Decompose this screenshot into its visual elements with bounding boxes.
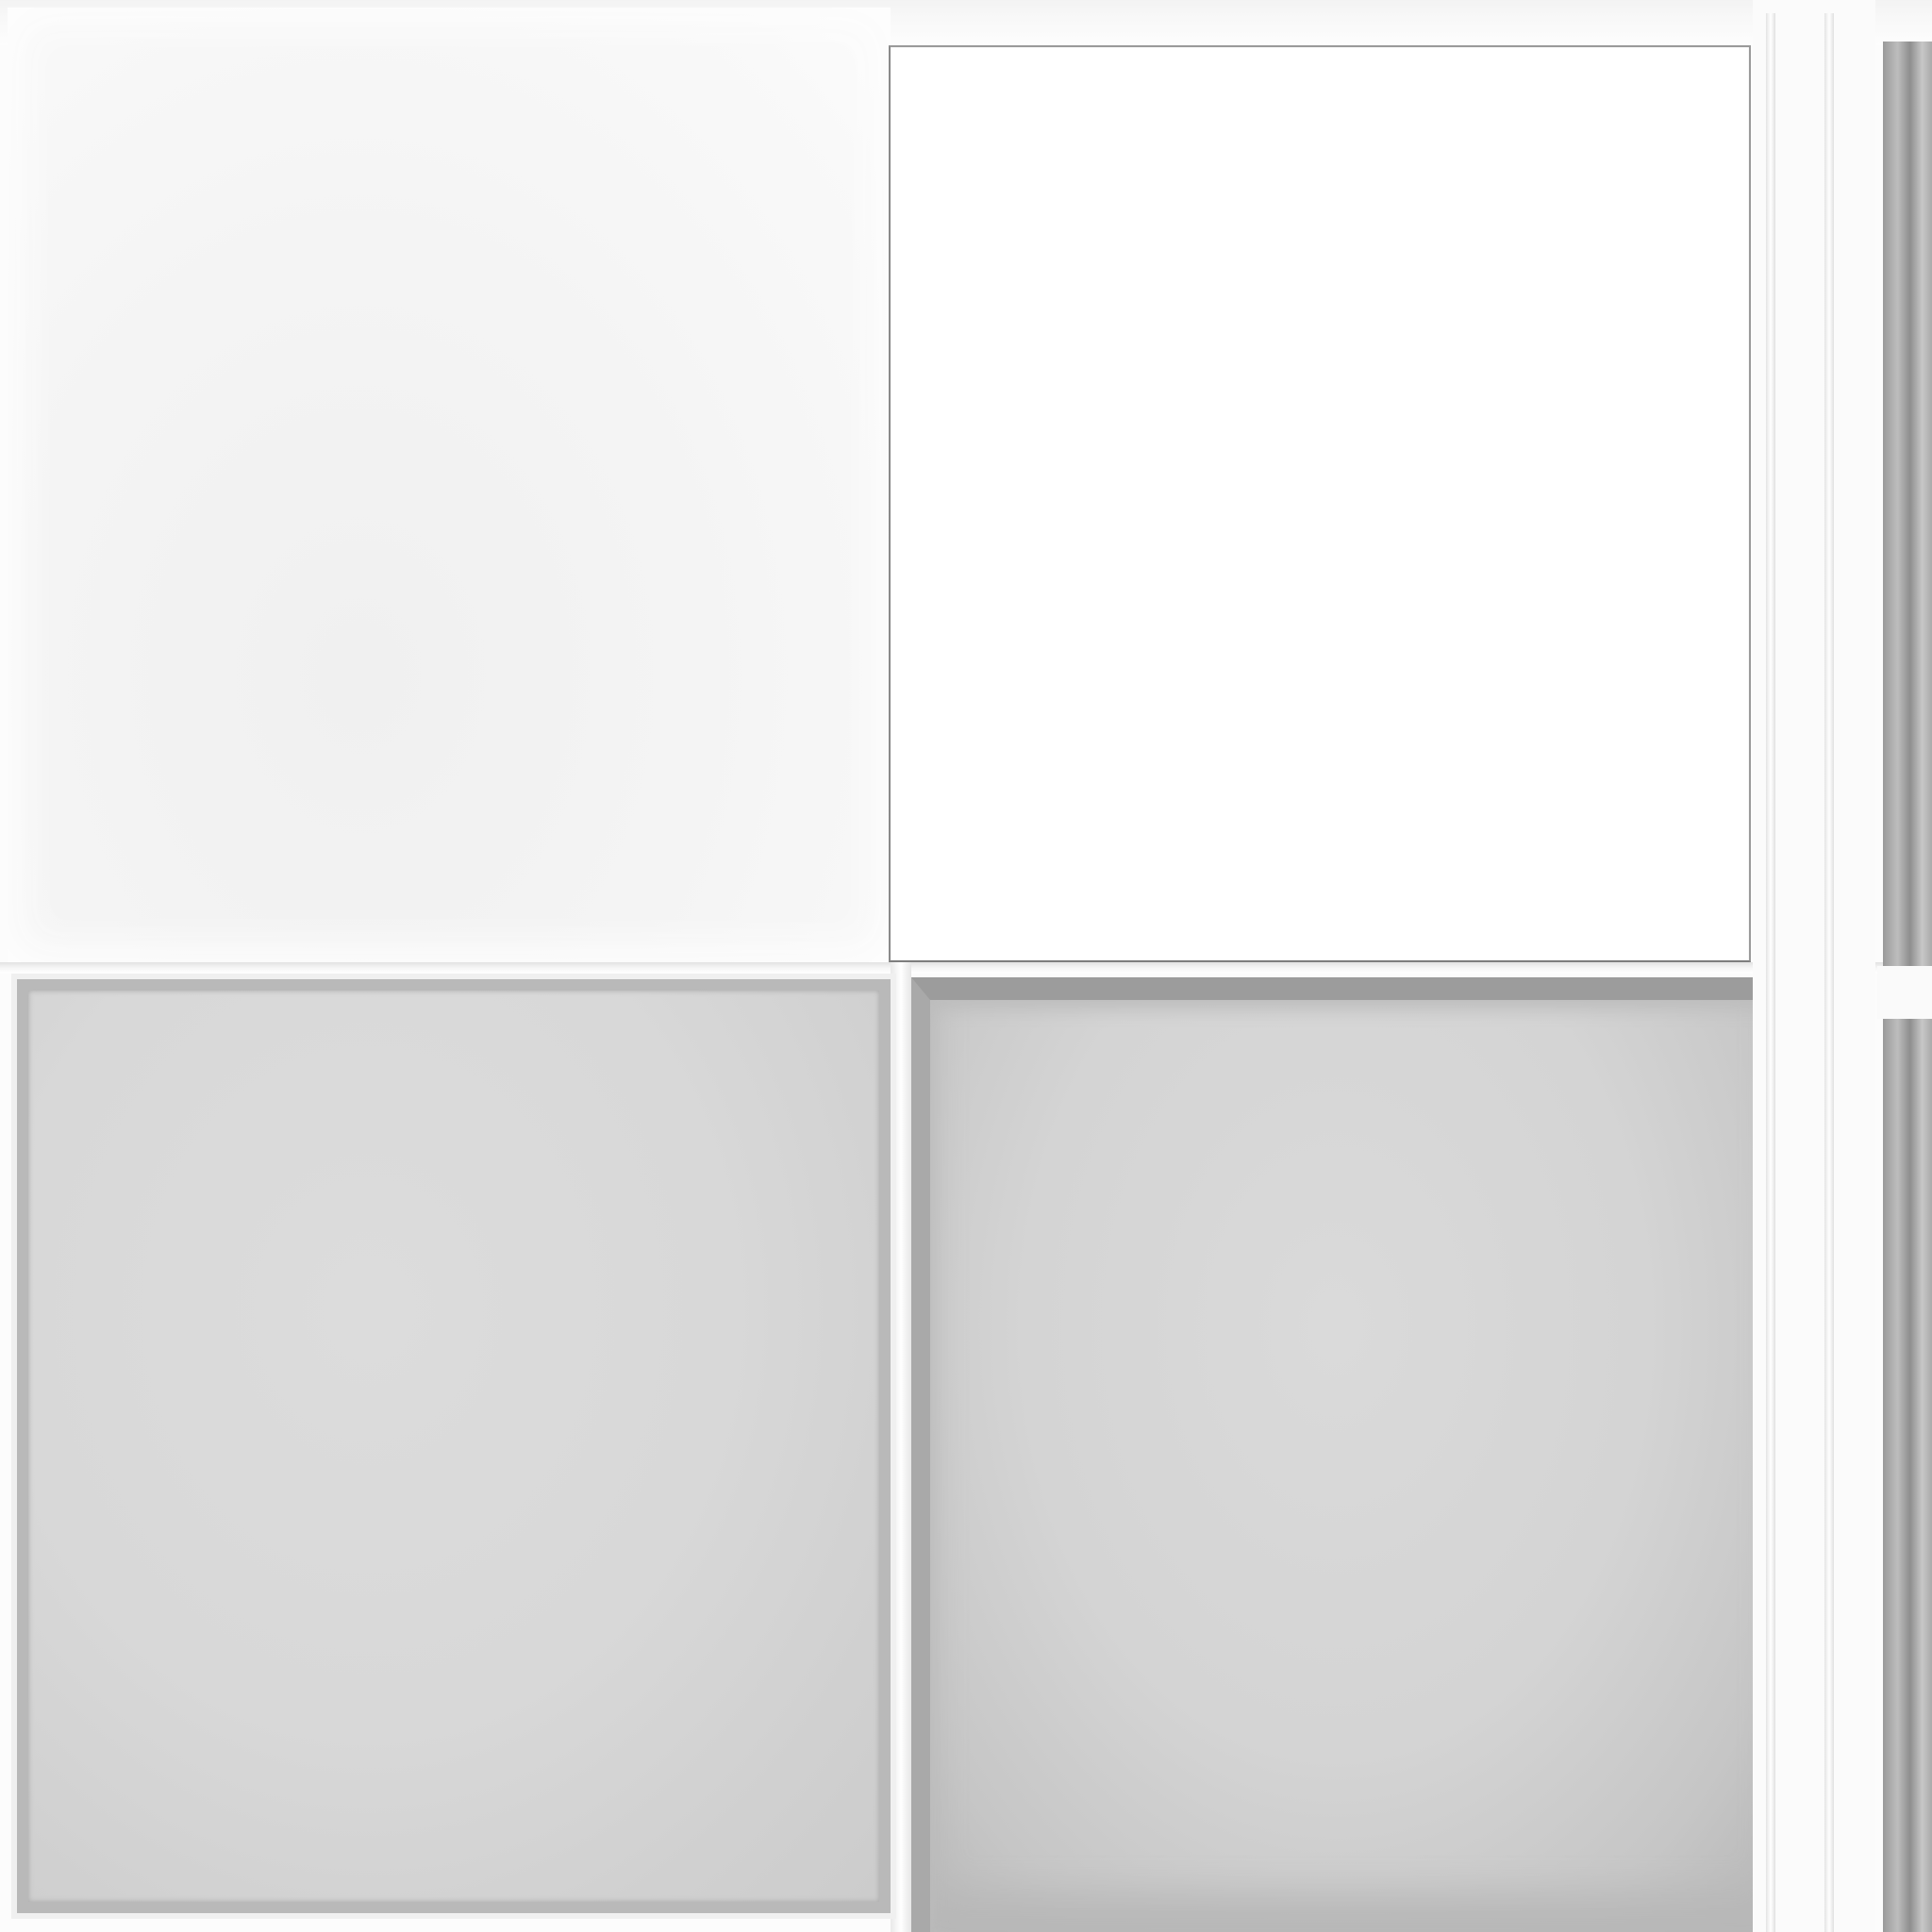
vertical-divider bbox=[891, 962, 911, 1932]
edge-tile-upper bbox=[1883, 42, 1932, 966]
gutter-rail bbox=[1824, 13, 1834, 1932]
tile-top-right[interactable] bbox=[889, 45, 1751, 962]
edge-tile-lower bbox=[1883, 1019, 1932, 1932]
horizontal-divider bbox=[0, 962, 1932, 974]
tile-bottom-right[interactable] bbox=[911, 977, 1794, 1932]
gutter-rail bbox=[1766, 13, 1775, 1932]
canvas bbox=[0, 0, 1932, 1932]
edge-gap bbox=[1877, 966, 1932, 1019]
tile-top-left[interactable] bbox=[8, 8, 891, 962]
tile-bottom-left[interactable] bbox=[17, 979, 891, 1913]
